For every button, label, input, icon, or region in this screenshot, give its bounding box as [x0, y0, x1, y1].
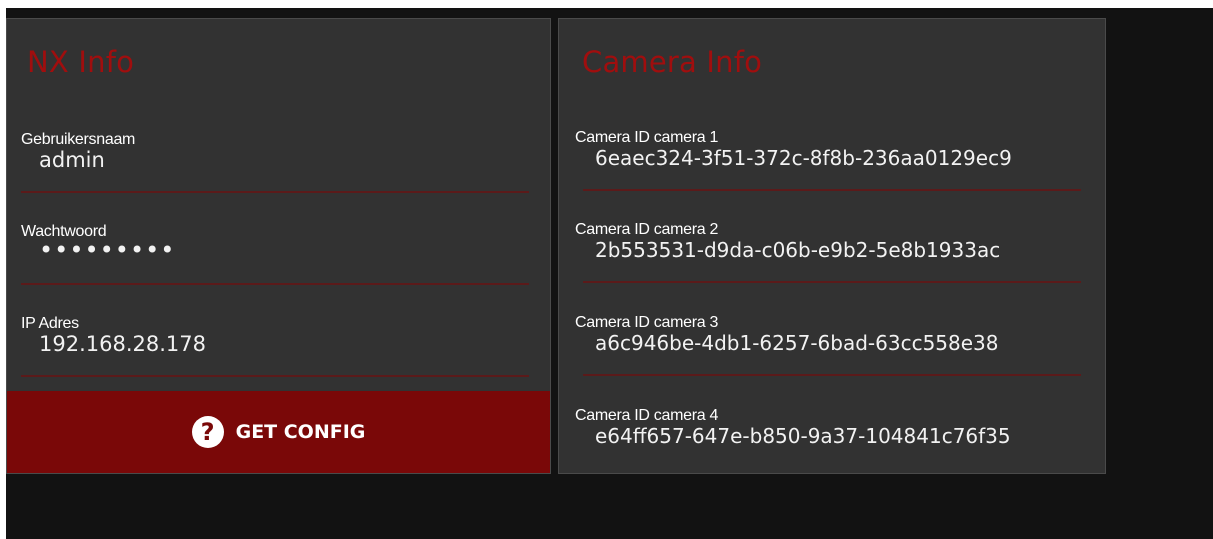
camera-2-label: Camera ID camera 2 — [575, 221, 719, 238]
camera-info-panel: Camera Info Camera ID camera 1 6eaec324-… — [558, 18, 1106, 474]
username-input[interactable]: admin — [39, 148, 529, 172]
help-icon: ? — [191, 416, 224, 448]
camera-1-label: Camera ID camera 1 — [575, 129, 719, 146]
camera-2-field[interactable]: Camera ID camera 2 2b553531-d9da-c06b-e9… — [575, 221, 1084, 283]
ip-address-input[interactable]: 192.168.28.178 — [39, 332, 529, 356]
nx-info-panel: NX Info Gebruikersnaam admin Wachtwoord … — [6, 18, 551, 474]
camera-3-label: Camera ID camera 3 — [575, 314, 719, 331]
camera-3-field[interactable]: Camera ID camera 3 a6c946be-4db1-6257-6b… — [575, 314, 1084, 376]
ip-address-field[interactable]: IP Adres 192.168.28.178 — [21, 315, 529, 377]
camera-2-input[interactable]: 2b553531-d9da-c06b-e9b2-5e8b1933ac — [595, 238, 1084, 262]
password-input[interactable]: ••••••••• — [39, 236, 529, 264]
camera-info-title: Camera Info — [582, 45, 763, 79]
username-underline — [21, 191, 529, 193]
app-window: NX Info Gebruikersnaam admin Wachtwoord … — [6, 8, 1213, 539]
camera-3-input[interactable]: a6c946be-4db1-6257-6bad-63cc558e38 — [595, 331, 1084, 355]
camera-1-input[interactable]: 6eaec324-3f51-372c-8f8b-236aa0129ec9 — [595, 146, 1084, 170]
camera-3-underline — [583, 374, 1081, 376]
camera-4-label: Camera ID camera 4 — [575, 407, 719, 424]
camera-1-field[interactable]: Camera ID camera 1 6eaec324-3f51-372c-8f… — [575, 129, 1084, 191]
get-config-button[interactable]: ? GET CONFIG — [7, 391, 550, 473]
ip-address-label: IP Adres — [21, 315, 79, 332]
username-label: Gebruikersnaam — [21, 131, 136, 148]
camera-1-underline — [583, 189, 1081, 191]
password-underline — [21, 283, 529, 285]
get-config-label: GET CONFIG — [235, 421, 366, 443]
nx-info-title: NX Info — [27, 45, 135, 79]
username-field[interactable]: Gebruikersnaam admin — [21, 131, 529, 193]
camera-2-underline — [583, 281, 1081, 283]
ip-address-underline — [21, 375, 529, 377]
camera-4-input[interactable]: e64ff657-647e-b850-9a37-104841c76f35 — [595, 424, 1084, 448]
password-field[interactable]: Wachtwoord ••••••••• — [21, 223, 529, 285]
camera-4-field[interactable]: Camera ID camera 4 e64ff657-647e-b850-9a… — [575, 407, 1084, 469]
